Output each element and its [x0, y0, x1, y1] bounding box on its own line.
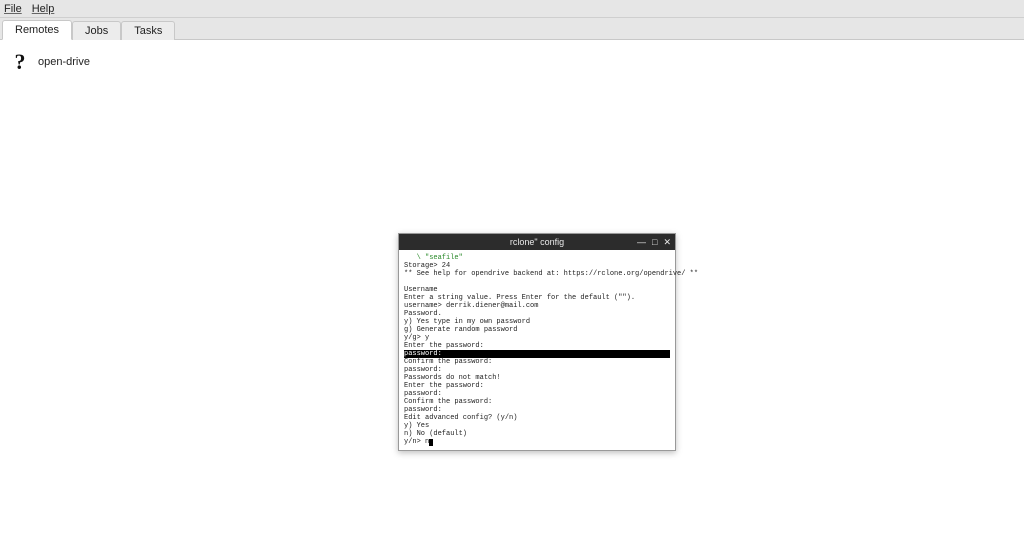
tab-remotes[interactable]: Remotes: [2, 20, 72, 40]
question-mark-icon: ?: [10, 50, 30, 74]
remote-item-label: open-drive: [38, 56, 90, 68]
terminal-line: password:: [404, 406, 442, 414]
terminal-line: username> derrik.diener@mail.com: [404, 302, 538, 310]
terminal-line: y) Yes type in my own password: [404, 318, 530, 326]
terminal-line: Password.: [404, 310, 442, 318]
menu-help[interactable]: Help: [32, 3, 55, 15]
terminal-titlebar[interactable]: rclone" config — □ ✕: [399, 234, 675, 250]
terminal-window[interactable]: rclone" config — □ ✕ \ "seafile" Storage…: [398, 233, 676, 451]
terminal-line: Storage> 24: [404, 262, 450, 270]
terminal-line: password:: [404, 390, 442, 398]
terminal-line: password:: [404, 366, 442, 374]
terminal-line: Confirm the password:: [404, 358, 492, 366]
close-icon[interactable]: ✕: [663, 235, 671, 249]
terminal-line: Username: [404, 286, 438, 294]
terminal-line: y/g> y: [404, 334, 429, 342]
terminal-cursor: [429, 439, 433, 446]
terminal-line: Edit advanced config? (y/n): [404, 414, 517, 422]
terminal-line: Enter the password:: [404, 342, 484, 350]
terminal-line: Enter the password:: [404, 382, 484, 390]
menubar: File Help: [0, 0, 1024, 18]
menu-file[interactable]: File: [4, 3, 22, 15]
tabbar: Remotes Jobs Tasks: [0, 18, 1024, 40]
tab-jobs[interactable]: Jobs: [72, 21, 121, 40]
content-area: ? open-drive rclone" config — □ ✕ \ "sea…: [0, 40, 1024, 550]
terminal-prompt: y/n> n: [404, 438, 429, 446]
terminal-line: Confirm the password:: [404, 398, 492, 406]
terminal-line: n) No (default): [404, 430, 467, 438]
terminal-title: rclone" config: [510, 237, 564, 247]
terminal-body[interactable]: \ "seafile" Storage> 24 ** See help for …: [399, 250, 675, 450]
maximize-icon[interactable]: □: [652, 235, 657, 249]
remote-item-open-drive[interactable]: ? open-drive: [6, 46, 1018, 78]
tab-tasks[interactable]: Tasks: [121, 21, 175, 40]
terminal-window-controls: — □ ✕: [637, 235, 671, 249]
terminal-line: y) Yes: [404, 422, 429, 430]
terminal-line: Enter a string value. Press Enter for th…: [404, 294, 635, 302]
terminal-line: Passwords do not match!: [404, 374, 501, 382]
terminal-line: g) Generate random password: [404, 326, 517, 334]
terminal-line: \ "seafile": [404, 254, 463, 262]
terminal-line-highlight: password:: [404, 350, 670, 358]
minimize-icon[interactable]: —: [637, 235, 646, 249]
terminal-line: ** See help for opendrive backend at: ht…: [404, 270, 698, 278]
